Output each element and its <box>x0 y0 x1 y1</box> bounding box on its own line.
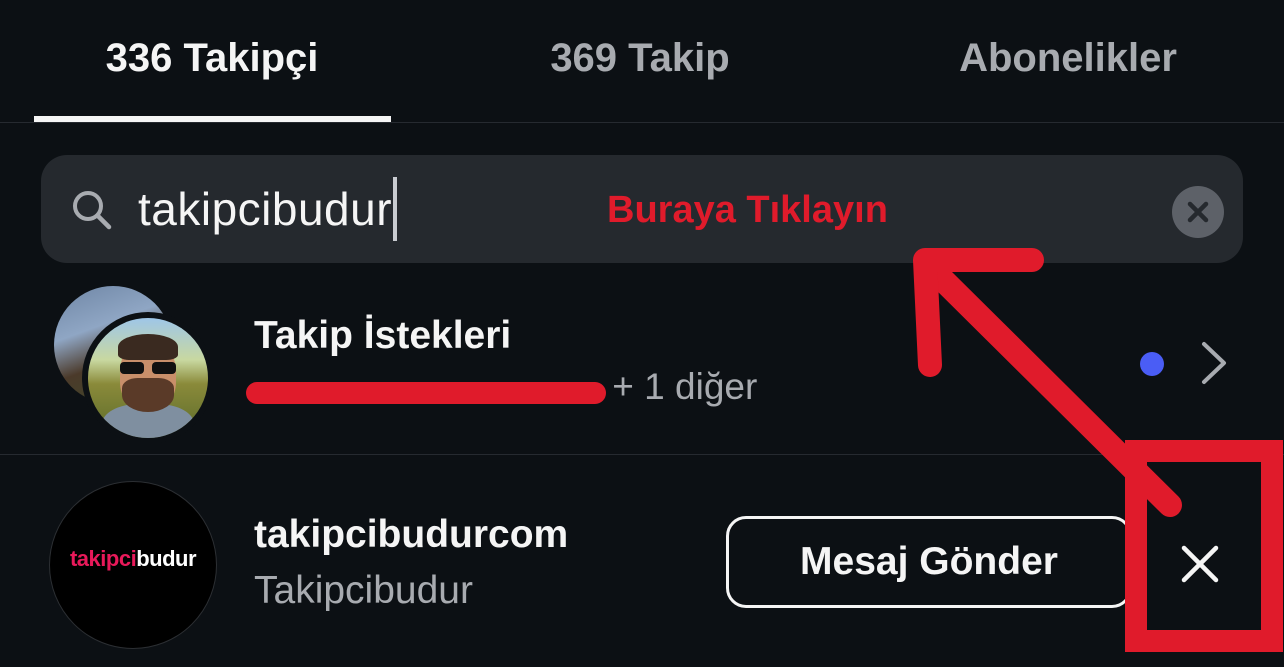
tab-subscriptions[interactable]: Abonelikler <box>930 30 1206 86</box>
tab-followers[interactable]: 336 Takipçi <box>34 30 390 86</box>
avatar <box>82 312 214 444</box>
follower-display-name: Takipcibudur <box>254 569 473 612</box>
tab-bar: 336 Takipçi 369 Takip Abonelikler <box>0 0 1284 123</box>
avatar: takipcibudur <box>49 481 217 649</box>
brand-logo: takipcibudur <box>69 546 197 571</box>
redaction-mark <box>246 382 606 404</box>
clear-search-button[interactable] <box>1172 186 1224 238</box>
remove-follower-button[interactable] <box>1176 540 1224 588</box>
follow-requests-suffix: + 1 diğer <box>612 366 758 407</box>
search-icon <box>73 191 112 230</box>
annotation-hint-label: Buraya Tıklayın <box>607 189 888 231</box>
follower-row[interactable]: takipcibudur takipcibudurcom Takipcibudu… <box>0 455 1284 667</box>
message-button[interactable]: Mesaj Gönder <box>726 516 1132 608</box>
search-input[interactable]: takipcibudur <box>138 177 398 241</box>
tab-following[interactable]: 369 Takip <box>460 30 820 86</box>
search-input-value: takipcibudur <box>138 183 393 235</box>
followers-screen: 336 Takipçi 369 Takip Abonelikler takipc… <box>0 0 1284 667</box>
clear-icon <box>1187 201 1209 223</box>
unread-dot <box>1140 352 1164 376</box>
chevron-right-icon <box>1202 342 1226 384</box>
active-tab-indicator <box>34 116 391 122</box>
search-bar[interactable]: takipcibudur Buraya Tıklayın <box>41 155 1243 263</box>
text-caret <box>393 177 398 241</box>
follower-username: takipcibudurcom <box>254 513 569 556</box>
follow-requests-title: Takip İstekleri <box>254 314 512 357</box>
follow-requests-row[interactable]: Takip İstekleri + 1 diğer <box>0 282 1284 455</box>
